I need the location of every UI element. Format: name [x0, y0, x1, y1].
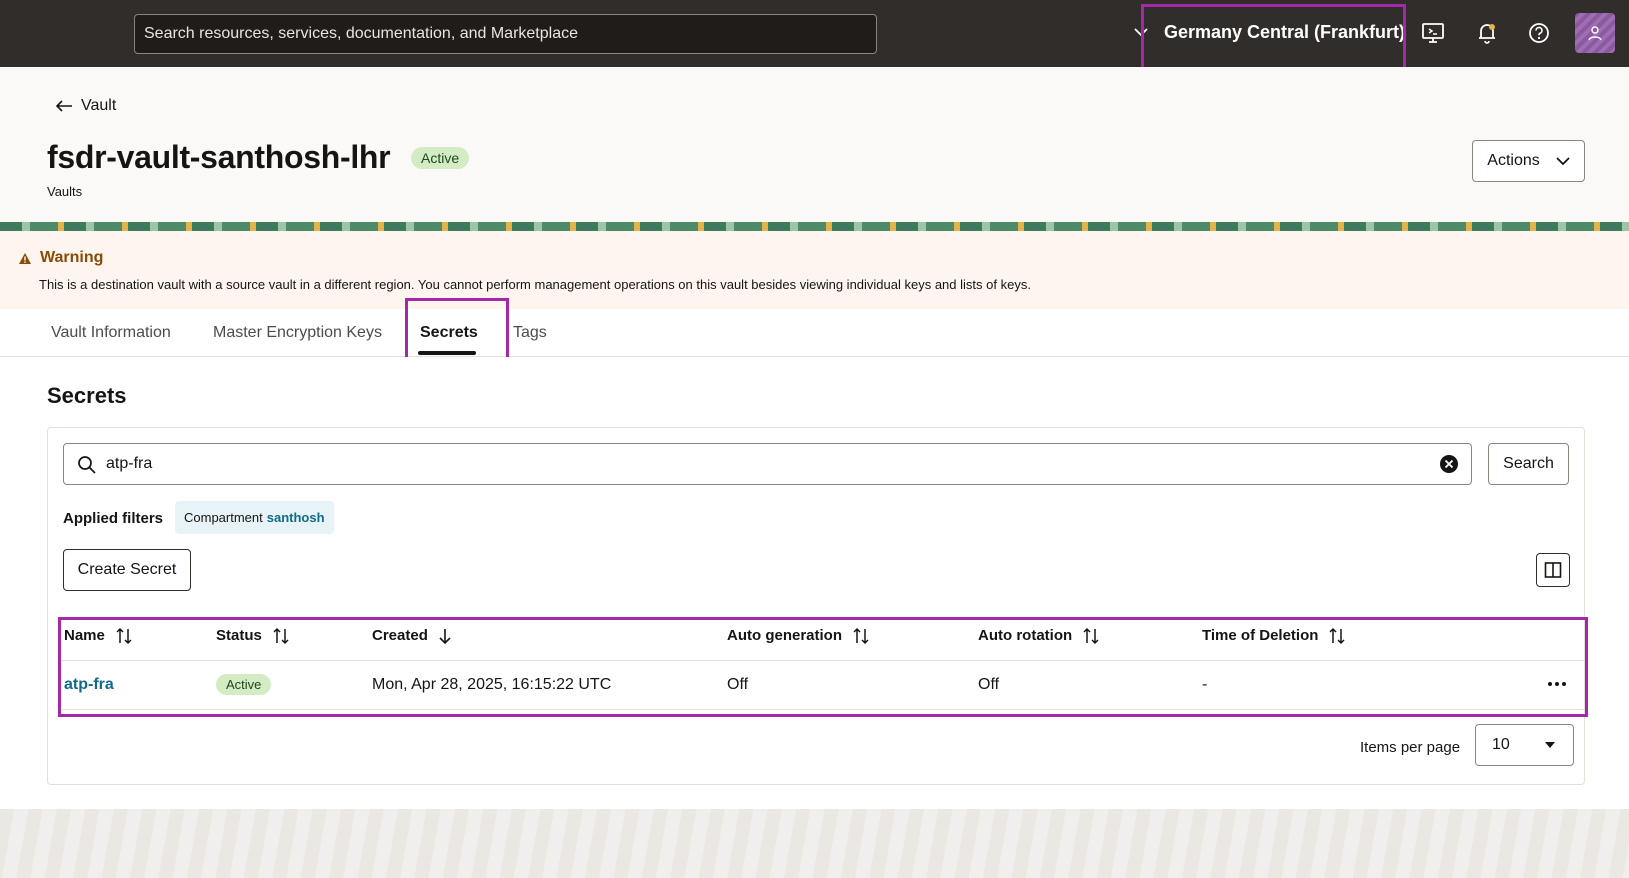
- items-per-page-select[interactable]: 10: [1475, 724, 1574, 766]
- auto-rotation-cell: Off: [976, 660, 1200, 710]
- search-button[interactable]: Search: [1488, 443, 1569, 485]
- column-header-auto-rotation[interactable]: Auto rotation: [976, 612, 1200, 661]
- secrets-table: Name Status Created Auto generation Auto…: [62, 612, 1585, 710]
- tab-bar: Vault Information Master Encryption Keys…: [0, 309, 1629, 357]
- warning-triangle-icon: [19, 252, 31, 264]
- clear-search-icon[interactable]: [1439, 454, 1459, 474]
- actions-label: Actions: [1487, 152, 1540, 169]
- notifications-bell-icon[interactable]: [1474, 20, 1500, 46]
- section-title: Secrets: [47, 383, 127, 408]
- caret-down-icon: [1545, 742, 1555, 748]
- sort-icon[interactable]: [1082, 627, 1100, 645]
- auto-generation-cell: Off: [725, 660, 976, 710]
- top-navigation-bar: Search resources, services, documentatio…: [0, 0, 1629, 67]
- table-header-row: Name Status Created Auto generation Auto…: [62, 612, 1585, 661]
- chevron-down-icon: [1556, 157, 1570, 166]
- decorative-footer: [0, 809, 1629, 878]
- time-of-deletion-cell: -: [1202, 675, 1208, 693]
- tab-vault-information[interactable]: Vault Information: [51, 324, 171, 342]
- vault-status-badge: Active: [411, 147, 470, 169]
- compartment-filter-chip[interactable]: Compartment santhosh: [175, 501, 334, 534]
- help-icon[interactable]: [1526, 20, 1552, 46]
- user-avatar[interactable]: [1575, 13, 1615, 53]
- more-actions-icon[interactable]: [1547, 681, 1567, 687]
- sort-descending-icon[interactable]: [438, 627, 452, 645]
- applied-filters-label: Applied filters: [63, 510, 164, 527]
- global-search-input[interactable]: Search resources, services, documentatio…: [134, 14, 877, 54]
- column-header-name[interactable]: Name: [62, 612, 214, 661]
- secrets-search-input[interactable]: atp-fra: [63, 443, 1472, 485]
- warning-banner: Warning This is a destination vault with…: [0, 231, 1629, 309]
- back-to-vault-link[interactable]: Vault: [55, 97, 116, 115]
- search-icon: [78, 456, 96, 474]
- sort-icon[interactable]: [115, 627, 133, 645]
- create-secret-button[interactable]: Create Secret: [63, 549, 191, 591]
- warning-message: This is a destination vault with a sourc…: [39, 277, 1031, 292]
- sort-icon[interactable]: [272, 627, 290, 645]
- warning-title-text: Warning: [40, 249, 104, 266]
- tab-tags[interactable]: Tags: [513, 324, 547, 342]
- main-content: Secrets atp-fra Search Applied filters C…: [0, 357, 1629, 809]
- secrets-panel: atp-fra Search Applied filters Compartme…: [47, 427, 1585, 785]
- items-per-page-value: 10: [1492, 736, 1510, 753]
- region-selector[interactable]: Germany Central (Frankfurt): [1164, 22, 1405, 43]
- actions-button[interactable]: Actions: [1472, 140, 1585, 182]
- user-icon: [1588, 26, 1602, 41]
- filter-value: santhosh: [266, 510, 325, 525]
- items-per-page-label: Items per page: [1360, 739, 1461, 756]
- columns-icon: [1544, 562, 1562, 578]
- manage-columns-button[interactable]: [1536, 553, 1570, 587]
- tab-secrets[interactable]: Secrets: [420, 324, 478, 342]
- filter-key: Compartment: [184, 510, 263, 525]
- status-badge: Active: [216, 673, 272, 695]
- warning-title: Warning: [18, 249, 103, 267]
- page-subtitle: Vaults: [47, 184, 83, 199]
- active-tab-indicator: [418, 351, 476, 355]
- column-header-auto-generation[interactable]: Auto generation: [725, 612, 976, 661]
- page-title: fsdr-vault-santhosh-lhr: [47, 139, 391, 175]
- table-row: atp-fra Active Mon, Apr 28, 2025, 16:15:…: [62, 660, 1585, 710]
- back-link-label: Vault: [81, 97, 117, 114]
- created-cell: Mon, Apr 28, 2025, 16:15:22 UTC: [370, 660, 725, 710]
- secret-name-link[interactable]: atp-fra: [64, 676, 114, 693]
- search-input-value: atp-fra: [106, 455, 153, 472]
- arrow-left-icon: [55, 100, 72, 112]
- column-header-status[interactable]: Status: [214, 612, 370, 661]
- decorative-banner: [0, 222, 1629, 231]
- sort-icon[interactable]: [852, 627, 870, 645]
- chevron-down-icon[interactable]: [1131, 22, 1151, 42]
- page-header: Vault fsdr-vault-santhosh-lhr Active Vau…: [0, 67, 1629, 223]
- cloud-shell-icon[interactable]: [1420, 20, 1446, 46]
- tab-master-encryption-keys[interactable]: Master Encryption Keys: [213, 324, 382, 342]
- sort-icon[interactable]: [1328, 627, 1346, 645]
- column-header-created[interactable]: Created: [370, 612, 725, 661]
- column-header-time-of-deletion[interactable]: Time of Deletion: [1200, 612, 1585, 661]
